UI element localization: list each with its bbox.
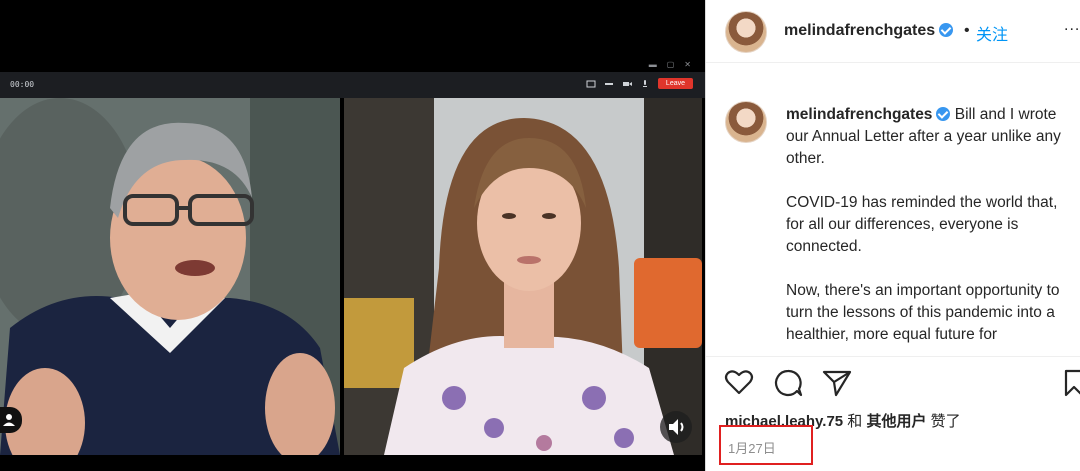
comment-icon[interactable] bbox=[773, 369, 803, 397]
post-header: melindafrenchgates • 关注 ... bbox=[706, 0, 1080, 63]
camera-icon[interactable] bbox=[622, 79, 632, 89]
username-row: melindafrenchgates bbox=[784, 22, 954, 40]
heart-icon[interactable] bbox=[724, 369, 754, 395]
mic-icon[interactable] bbox=[640, 79, 650, 89]
avatar-icon[interactable] bbox=[0, 407, 22, 433]
minimize-window-icon[interactable]: ▬ bbox=[649, 60, 657, 69]
more-options-icon[interactable]: ... bbox=[1064, 17, 1080, 35]
other-likers-link[interactable]: 其他用户 bbox=[866, 413, 926, 430]
participant-video-tile bbox=[0, 98, 340, 455]
call-toolbar: 00:00 Leave bbox=[0, 72, 705, 98]
participant-video-tile bbox=[344, 98, 702, 455]
close-window-icon[interactable]: ✕ bbox=[684, 60, 691, 69]
post-caption: melindafrenchgates Bill and I wrote our … bbox=[786, 104, 1078, 368]
verified-badge-icon bbox=[939, 23, 954, 37]
volume-icon[interactable] bbox=[660, 411, 692, 443]
avatar[interactable] bbox=[725, 11, 767, 53]
leave-call-button[interactable]: Leave bbox=[657, 78, 693, 89]
caption-text: Now, there's an important opportunity to… bbox=[786, 282, 1060, 343]
instagram-post-panel: melindafrenchgates • 关注 ... melindafrenc… bbox=[705, 0, 1080, 471]
participant-video-frame bbox=[344, 98, 702, 455]
separator-dot: • bbox=[964, 22, 970, 39]
window-controls: ▬ ▢ ✕ bbox=[649, 60, 691, 69]
avatar[interactable] bbox=[725, 101, 767, 143]
likes-suffix: 赞了 bbox=[926, 413, 961, 430]
minimize-icon[interactable] bbox=[604, 79, 614, 89]
follow-button[interactable]: 关注 bbox=[976, 21, 1008, 45]
caption-text: COVID-19 has reminded the world that, fo… bbox=[786, 194, 1058, 255]
bookmark-icon[interactable] bbox=[1064, 369, 1080, 397]
verified-badge-icon bbox=[936, 107, 951, 121]
post-actions bbox=[706, 356, 1080, 407]
likes-connector: 和 bbox=[843, 413, 867, 430]
call-timer: 00:00 bbox=[10, 80, 35, 89]
screen-share-icon[interactable] bbox=[586, 79, 596, 89]
video-call-window: ▬ ▢ ✕ 00:00 Leave bbox=[0, 0, 705, 471]
post-date[interactable]: 1月27日 bbox=[728, 438, 776, 457]
username-link[interactable]: melindafrenchgates bbox=[784, 22, 935, 39]
maximize-window-icon[interactable]: ▢ bbox=[667, 60, 675, 69]
participant-video-frame bbox=[0, 98, 340, 455]
share-icon[interactable] bbox=[822, 369, 852, 397]
caption-username[interactable]: melindafrenchgates bbox=[786, 106, 932, 123]
